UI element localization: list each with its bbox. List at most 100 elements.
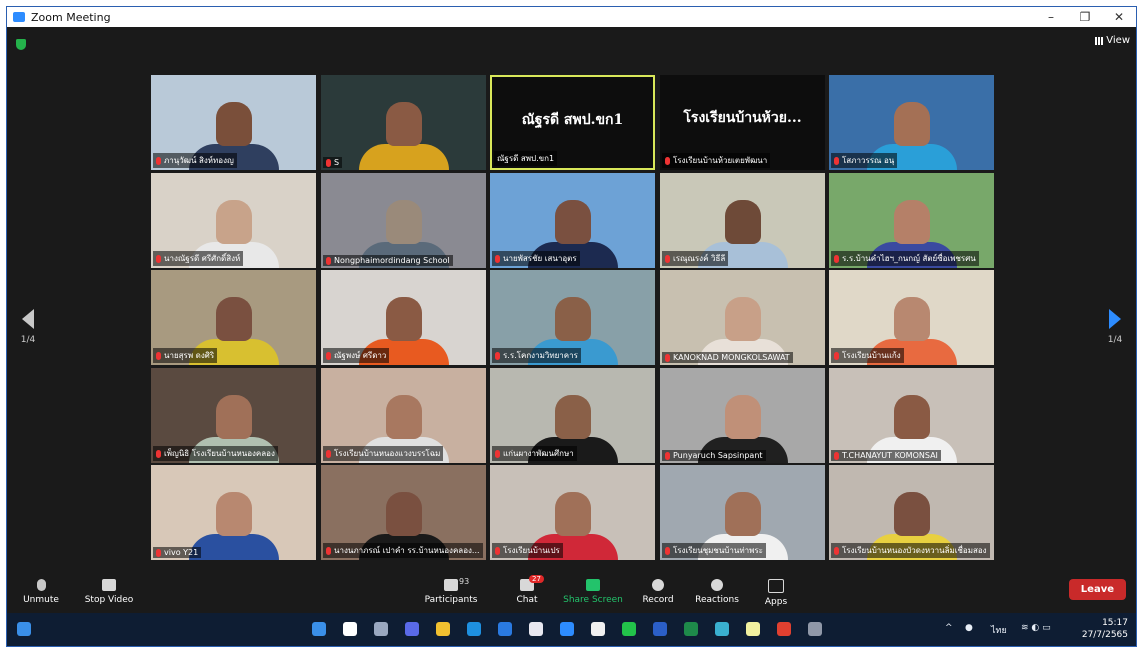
participant-tile[interactable]: KANOKNAD MONGKOLSAWAT	[660, 270, 825, 365]
participant-tile[interactable]: โรงเรียนบ้านห้วย... โรงเรียนบ้านห้วยเตยพั…	[660, 75, 825, 170]
input-language[interactable]: ไทย	[991, 623, 1007, 637]
microphone-tray-icon[interactable]: ●	[965, 623, 973, 633]
participant-tile[interactable]: S	[321, 75, 486, 170]
participant-tile[interactable]: แก่นผางาพัฒนศึกษา	[490, 368, 655, 463]
participant-tile[interactable]: นายสุรพ ดงศิริ	[151, 270, 316, 365]
participant-tile[interactable]: โรงเรียนบ้านแก้ง	[829, 270, 994, 365]
participant-name: ณัฐรดี สพป.ขก1	[497, 154, 555, 163]
participant-name-label: ร.ร.โคกงามวิทยาคาร	[492, 348, 581, 363]
participant-tile[interactable]: โสภาวรรณ อนุ	[829, 75, 994, 170]
mic-muted-icon	[665, 353, 670, 362]
participant-tile[interactable]: นายพัสรชัย เสนาอุตร	[490, 173, 655, 268]
participant-name: โรงเรียนบ้านแก้ง	[842, 351, 901, 360]
participant-tile[interactable]: โรงเรียนบ้านหนองแวงบรรโฉม	[321, 368, 486, 463]
participant-tile[interactable]: เพ็ญนิธิ โรงเรียนบ้านหนองคลอง	[151, 368, 316, 463]
participant-tile[interactable]: เรณุณรงค์ วิธีลี	[660, 173, 825, 268]
participant-name: แก่นผางาพัฒนศึกษา	[503, 449, 574, 458]
edge-icon[interactable]	[467, 622, 481, 636]
participant-name-label: เพ็ญนิธิ โรงเรียนบ้านหนองคลอง	[153, 446, 278, 461]
participant-tile[interactable]: โรงเรียนชุมชนบ้านท่าพระ	[660, 465, 825, 560]
participant-tile[interactable]: ร.ร.โคกงามวิทยาคาร	[490, 270, 655, 365]
share-screen-label: Share Screen	[563, 595, 623, 605]
unmute-button[interactable]: Unmute	[9, 577, 73, 605]
mail-icon[interactable]	[498, 622, 512, 636]
participants-button[interactable]: 93 Participants	[419, 577, 483, 605]
mic-muted-icon	[834, 254, 839, 263]
security-shield-icon[interactable]	[16, 39, 26, 50]
store-icon[interactable]	[529, 622, 543, 636]
line-icon[interactable]	[622, 622, 636, 636]
meeting-toolbar: Unmute Stop Video 93 Participants 27 Cha…	[7, 575, 1136, 613]
participant-tile[interactable]: โรงเรียนบ้านหนองบัวดงหวานลิ่มเชื่อมสอง	[829, 465, 994, 560]
participant-video-face	[554, 296, 591, 341]
record-button[interactable]: Record	[626, 577, 690, 605]
maximize-button[interactable]: ❐	[1068, 7, 1102, 27]
participant-name: เพ็ญนิธิ โรงเรียนบ้านหนองคลอง	[164, 449, 275, 458]
excel-icon[interactable]	[684, 622, 698, 636]
clock-time: 15:17	[1102, 618, 1128, 628]
app-icon[interactable]	[591, 622, 605, 636]
zoom-logo-icon	[13, 12, 25, 22]
participant-tile[interactable]: ร.ร.บ้านคำไฮฯ_กนกญ์ สัตย์ซื่อเพชรศน	[829, 173, 994, 268]
mic-muted-icon	[665, 254, 670, 263]
participant-name-label: Punyaruch Sapsinpant	[662, 450, 766, 461]
participant-name: โรงเรียนบ้านเปร	[503, 546, 560, 555]
file-explorer-icon[interactable]	[436, 622, 450, 636]
participant-name: ร.ร.บ้านคำไฮฯ_กนกญ์ สัตย์ซื่อเพชรศน	[842, 254, 976, 263]
chrome-icon[interactable]	[777, 622, 791, 636]
participant-video-face	[893, 101, 930, 146]
prev-page-button[interactable]: 1/4	[13, 309, 43, 345]
participant-tile[interactable]: vivo Y21	[151, 465, 316, 560]
participant-tile[interactable]: โรงเรียนบ้านเปร	[490, 465, 655, 560]
mic-muted-icon	[156, 254, 161, 263]
participant-video-face	[215, 199, 252, 244]
participant-tile[interactable]: ณัฐรดี สพป.ขก1 ณัฐรดี สพป.ขก1	[490, 75, 655, 170]
participant-name-label: ณัฐรดี สพป.ขก1	[494, 151, 558, 166]
task-view-icon[interactable]	[374, 622, 388, 636]
apps-button[interactable]: Apps	[744, 577, 808, 607]
participant-video-face	[385, 296, 422, 341]
view-label: View	[1106, 35, 1130, 46]
word-icon[interactable]	[653, 622, 667, 636]
participant-tile[interactable]: ณัฐพงษ์ ศรีดาว	[321, 270, 486, 365]
zoom-icon[interactable]	[560, 622, 574, 636]
participant-tile[interactable]: นางนภาภรณ์ เปาคำ รร.บ้านหนองคลอง...	[321, 465, 486, 560]
leave-button[interactable]: Leave	[1068, 579, 1126, 600]
prev-page-indicator: 1/4	[20, 335, 36, 345]
chat-badge: 27	[529, 575, 544, 583]
participant-display-name: ณัฐรดี สพป.ขก1	[521, 112, 624, 128]
app2-icon[interactable]	[715, 622, 729, 636]
mic-muted-icon	[495, 449, 500, 458]
participant-tile[interactable]: ภานุวัฒน์ สิงห์ทองญ	[151, 75, 316, 170]
minimize-button[interactable]: –	[1034, 7, 1068, 27]
mic-muted-icon	[156, 449, 161, 458]
participant-video-face	[385, 491, 422, 536]
view-button[interactable]: View	[1095, 35, 1130, 46]
participant-tile[interactable]: นางณัฐรดี ศรีศักดิ์สิงห์	[151, 173, 316, 268]
system-clock[interactable]: 15:17 27/7/2565	[1082, 617, 1128, 641]
video-camera-icon	[102, 579, 116, 591]
chat-icon[interactable]	[405, 622, 419, 636]
mic-muted-icon	[834, 451, 839, 460]
participant-name: S	[334, 158, 340, 167]
participant-name: โรงเรียนบ้านหนองแวงบรรโฉม	[334, 449, 441, 458]
next-page-button[interactable]: 1/4	[1100, 309, 1130, 345]
network-volume-battery-icon[interactable]: ≋ ◐ ▭	[1021, 623, 1051, 633]
share-screen-button[interactable]: Share Screen	[561, 577, 625, 605]
calculator-icon[interactable]	[808, 622, 822, 636]
widgets-icon[interactable]	[17, 622, 31, 636]
start-icon[interactable]	[312, 622, 326, 636]
chat-button[interactable]: 27 Chat	[495, 575, 559, 605]
tray-chevron-icon[interactable]: ^	[945, 623, 953, 633]
participant-name: โรงเรียนชุมชนบ้านท่าพระ	[673, 546, 763, 555]
search-icon[interactable]	[343, 622, 357, 636]
participant-tile[interactable]: Punyaruch Sapsinpant	[660, 368, 825, 463]
notes-icon[interactable]	[746, 622, 760, 636]
close-button[interactable]: ✕	[1102, 7, 1136, 27]
mic-muted-icon	[326, 546, 331, 555]
participant-name: โสภาวรรณ อนุ	[842, 156, 895, 165]
reactions-button[interactable]: Reactions	[685, 577, 749, 605]
participant-tile[interactable]: T.CHANAYUT KOMONSAI	[829, 368, 994, 463]
stop-video-button[interactable]: Stop Video	[77, 577, 141, 605]
participant-tile[interactable]: Nongphaimordindang School	[321, 173, 486, 268]
